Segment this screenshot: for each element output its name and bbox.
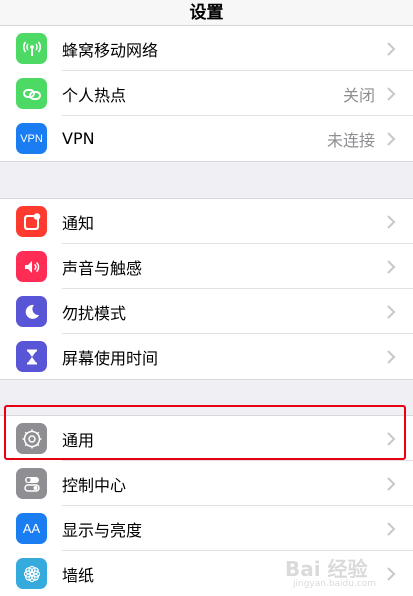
notifications-icon bbox=[16, 206, 47, 237]
settings-row-screen-time[interactable]: 屏幕使用时间 bbox=[0, 334, 413, 379]
row-label: 显示与亮度 bbox=[62, 520, 143, 540]
network-group: 蜂窝移动网络 个人热点 关闭 VPN VPN 未连接 bbox=[0, 26, 413, 162]
settings-row-sounds[interactable]: 声音与触感 bbox=[0, 244, 413, 289]
chevron-right-icon bbox=[387, 304, 396, 319]
chevron-right-icon bbox=[387, 521, 396, 536]
chevron-right-icon bbox=[387, 86, 396, 101]
row-label: 屏幕使用时间 bbox=[62, 348, 159, 368]
row-value: 未连接 bbox=[326, 130, 375, 150]
settings-row-control-center[interactable]: 控制中心 bbox=[0, 461, 413, 506]
gear-icon bbox=[16, 423, 47, 454]
settings-row-hotspot[interactable]: 个人热点 关闭 bbox=[0, 71, 413, 116]
chevron-right-icon bbox=[387, 349, 396, 364]
row-label: 通知 bbox=[62, 213, 95, 233]
row-label: 个人热点 bbox=[62, 85, 127, 105]
vpn-icon-text: VPN bbox=[20, 132, 43, 145]
hotspot-chain-icon bbox=[16, 78, 47, 109]
hourglass-icon bbox=[16, 341, 47, 372]
text-size-icon-text: AA bbox=[22, 521, 41, 536]
settings-row-general[interactable]: 通用 bbox=[0, 416, 413, 461]
watermark-url: jingyan.baidu.com bbox=[293, 579, 377, 589]
page-title: 设置 bbox=[189, 3, 224, 23]
nav-bar: 设置 bbox=[0, 0, 413, 26]
chevron-right-icon bbox=[387, 131, 396, 146]
settings-row-vpn[interactable]: VPN VPN 未连接 bbox=[0, 116, 413, 161]
toggles-icon bbox=[16, 468, 47, 499]
row-label: 墙纸 bbox=[62, 565, 95, 585]
row-label: 通用 bbox=[62, 430, 95, 450]
text-size-icon: AA bbox=[16, 513, 47, 544]
row-label: 控制中心 bbox=[62, 475, 127, 495]
chevron-right-icon bbox=[387, 259, 396, 274]
settings-row-do-not-disturb[interactable]: 勿扰模式 bbox=[0, 289, 413, 334]
row-label: 蜂窝移动网络 bbox=[62, 40, 159, 60]
row-label: VPN bbox=[62, 129, 95, 148]
flower-icon bbox=[16, 558, 47, 589]
settings-row-display[interactable]: AA 显示与亮度 bbox=[0, 506, 413, 551]
moon-icon bbox=[16, 296, 47, 327]
settings-row-cellular[interactable]: 蜂窝移动网络 bbox=[0, 26, 413, 71]
notifications-group: 通知 声音与触感 勿扰模式 屏幕使用时间 bbox=[0, 198, 413, 380]
chevron-right-icon bbox=[387, 476, 396, 491]
speaker-icon bbox=[16, 251, 47, 282]
watermark-text: Bai 经验 bbox=[285, 557, 368, 581]
cellular-antenna-icon bbox=[16, 33, 47, 64]
row-label: 勿扰模式 bbox=[62, 303, 127, 323]
vpn-icon: VPN bbox=[16, 123, 47, 154]
chevron-right-icon bbox=[387, 214, 396, 229]
row-value: 关闭 bbox=[342, 85, 375, 105]
chevron-right-icon bbox=[387, 431, 396, 446]
settings-row-notifications[interactable]: 通知 bbox=[0, 199, 413, 244]
row-label: 声音与触感 bbox=[62, 258, 143, 278]
chevron-right-icon bbox=[387, 41, 396, 56]
baidu-watermark: Bai 经验 jingyan.baidu.com bbox=[285, 551, 405, 591]
